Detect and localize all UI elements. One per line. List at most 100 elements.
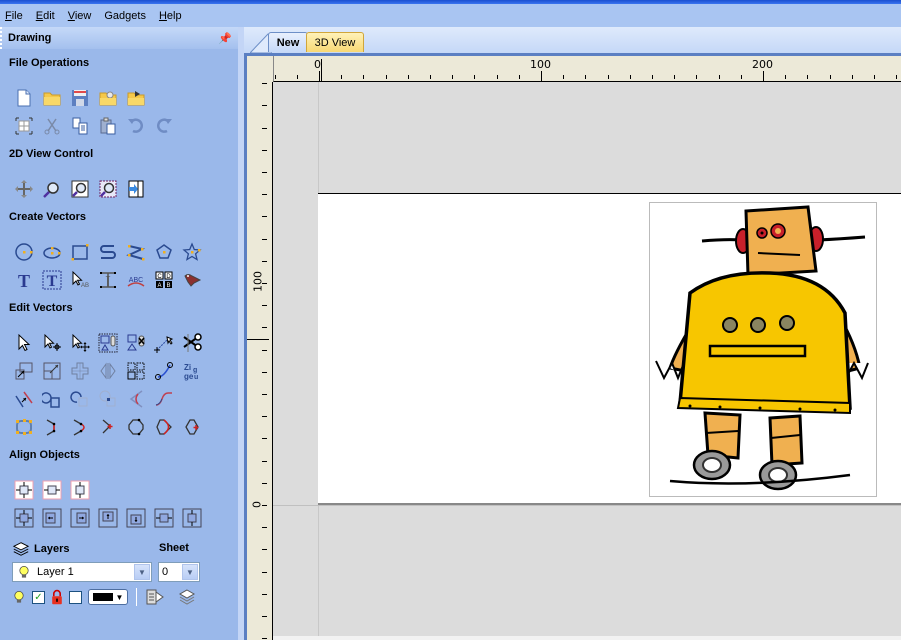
rotate-button[interactable]	[66, 359, 94, 383]
smooth-point-button[interactable]	[122, 415, 150, 439]
node-line-button[interactable]	[38, 415, 66, 439]
draw-polygon-button[interactable]	[150, 240, 178, 264]
text-tool-button[interactable]: T	[10, 268, 38, 292]
close-vector-icon	[16, 419, 32, 435]
ungroup-button[interactable]	[122, 331, 150, 355]
sheet-dropdown[interactable]: 0 ▼	[158, 562, 200, 582]
align-top-button[interactable]	[94, 506, 122, 530]
open-file-button[interactable]	[38, 86, 66, 110]
align-v-center-button[interactable]	[178, 506, 206, 530]
pin-icon[interactable]: 📌	[218, 32, 232, 45]
join-vectors-button[interactable]	[150, 359, 178, 383]
zoom-box-button[interactable]	[38, 177, 66, 201]
cut-button[interactable]	[38, 114, 66, 138]
offset-button[interactable]	[10, 387, 38, 411]
layer-dropdown[interactable]: Layer 1 ▼	[12, 562, 152, 582]
select-tool-button[interactable]	[10, 331, 38, 355]
open-folder-button[interactable]	[94, 86, 122, 110]
layer-properties-icon[interactable]	[145, 587, 165, 607]
horizontal-scrollbar[interactable]	[273, 636, 901, 640]
grid-text-button[interactable]: CDAB	[150, 268, 178, 292]
draw-rectangle-button[interactable]	[66, 240, 94, 264]
layer-visible-checkbox[interactable]: ✓	[32, 590, 45, 604]
tab-3d-view[interactable]: 3D View	[306, 32, 364, 52]
arc-text-button[interactable]: ABC	[122, 268, 150, 292]
zigzag-text-button[interactable]: Zi g ge u	[178, 359, 206, 383]
text-edit-icon: I	[100, 272, 116, 290]
break-point-icon	[185, 419, 199, 435]
set-size-button[interactable]	[38, 359, 66, 383]
node-edit-button[interactable]	[38, 331, 66, 355]
scale-button[interactable]	[10, 359, 38, 383]
draw-polyline-button[interactable]	[94, 240, 122, 264]
close-vector-button[interactable]	[10, 415, 38, 439]
layer-visible-lightbulb-icon[interactable]	[12, 589, 26, 605]
align-objects-center-button[interactable]	[10, 506, 38, 530]
insert-point-button[interactable]	[94, 415, 122, 439]
vruler-tick	[262, 216, 267, 217]
new-file-button[interactable]	[10, 86, 38, 110]
import-button[interactable]	[122, 86, 150, 110]
weld-button[interactable]	[38, 387, 66, 411]
view-tabs: New 3D View	[244, 27, 901, 53]
panel-title: Drawing	[8, 32, 52, 44]
copy-button[interactable]	[66, 114, 94, 138]
group-button[interactable]	[94, 331, 122, 355]
menu-help[interactable]: Help	[158, 10, 190, 22]
menu-view[interactable]: View	[67, 10, 100, 22]
fillet-button[interactable]	[122, 387, 150, 411]
layer-manager-icon[interactable]	[177, 587, 197, 607]
node-curve-button[interactable]	[66, 415, 94, 439]
array-copy-button[interactable]	[122, 359, 150, 383]
measure-button[interactable]	[150, 331, 178, 355]
align-bottom-button[interactable]	[122, 506, 150, 530]
tab-new[interactable]: New	[268, 32, 308, 52]
draw-star-button[interactable]	[178, 240, 206, 264]
zoom-extents-button[interactable]	[66, 177, 94, 201]
pan-icon	[15, 180, 33, 198]
drawing-canvas[interactable]	[273, 82, 901, 640]
align-h-center-button[interactable]	[150, 506, 178, 530]
robot-image	[655, 205, 869, 491]
subtract-button[interactable]	[66, 387, 94, 411]
align-right-button[interactable]	[66, 506, 94, 530]
zoom-selection-button[interactable]	[94, 177, 122, 201]
hruler-tick	[319, 71, 320, 81]
chevron-down-icon[interactable]: ▼	[182, 564, 198, 580]
chevron-down-icon[interactable]: ▼	[134, 564, 150, 580]
save-file-button[interactable]	[66, 86, 94, 110]
draw-ellipse-button[interactable]	[38, 240, 66, 264]
menu-file[interactable]: File	[4, 10, 31, 22]
transform-button[interactable]	[66, 331, 94, 355]
robot-bitmap[interactable]	[649, 202, 877, 497]
bitmap-trace-button[interactable]	[178, 268, 206, 292]
lock-icon[interactable]	[51, 589, 63, 605]
align-center-button[interactable]	[10, 478, 38, 502]
scissors-button[interactable]	[178, 331, 206, 355]
paste-button[interactable]	[94, 114, 122, 138]
intersect-button[interactable]	[94, 387, 122, 411]
redo-button[interactable]	[150, 114, 178, 138]
draw-polyline-z-button[interactable]	[122, 240, 150, 264]
text-edit-button[interactable]: I	[94, 268, 122, 292]
hruler-tick	[541, 71, 542, 81]
layer-color-picker[interactable]: ▼	[88, 589, 128, 605]
break-point-button[interactable]	[178, 415, 206, 439]
curve-fit-button[interactable]	[150, 415, 178, 439]
text-box-button[interactable]: T	[38, 268, 66, 292]
text-on-curve-button[interactable]: AB	[66, 268, 94, 292]
align-center-v-button[interactable]	[66, 478, 94, 502]
menu-gadgets[interactable]: Gadgets	[103, 10, 154, 22]
select-all-button[interactable]	[10, 114, 38, 138]
align-left-button[interactable]	[38, 506, 66, 530]
layer-locked-checkbox[interactable]	[69, 590, 82, 604]
svg-text:u: u	[194, 374, 198, 381]
fit-page-button[interactable]	[122, 177, 150, 201]
mirror-button[interactable]	[94, 359, 122, 383]
smooth-curve-button[interactable]	[150, 387, 178, 411]
menu-edit[interactable]: Edit	[35, 10, 63, 22]
undo-button[interactable]	[122, 114, 150, 138]
draw-circle-button[interactable]	[10, 240, 38, 264]
align-center-h-button[interactable]	[38, 478, 66, 502]
pan-button[interactable]	[10, 177, 38, 201]
